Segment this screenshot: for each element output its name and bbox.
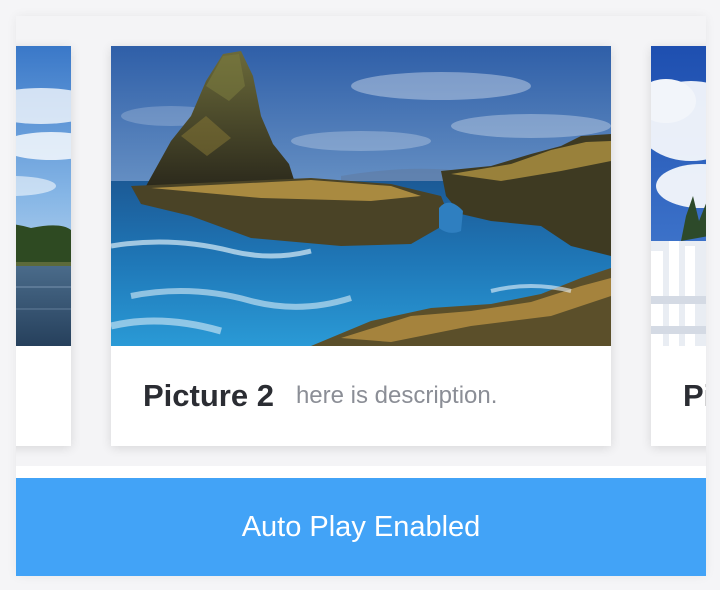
- slide-image-clouds-fence: [651, 46, 706, 346]
- slide-caption: Picture 2 here is description.: [111, 346, 611, 446]
- carousel-slide-previous[interactable]: [16, 46, 71, 446]
- slide-image-lake: [16, 46, 71, 346]
- slide-title: Picture 2: [143, 378, 274, 413]
- slide-caption: Picture 3: [651, 346, 706, 446]
- slide-title: Picture 3: [683, 378, 706, 413]
- app-frame: Picture 2 here is description. P Auto Pl…: [0, 0, 720, 590]
- autoplay-toggle-button[interactable]: Auto Play Enabled: [16, 478, 706, 576]
- slide-image-coast: [111, 46, 611, 346]
- slide-caption: [16, 346, 71, 446]
- slide-description: here is description.: [295, 382, 498, 409]
- carousel-slide-active[interactable]: Picture 2 here is description.: [111, 46, 611, 446]
- carousel-slide-next[interactable]: Picture 3: [651, 46, 706, 446]
- demo-container: Picture 2 here is description. P Auto Pl…: [16, 16, 706, 576]
- image-carousel[interactable]: Picture 2 here is description. P: [16, 16, 706, 466]
